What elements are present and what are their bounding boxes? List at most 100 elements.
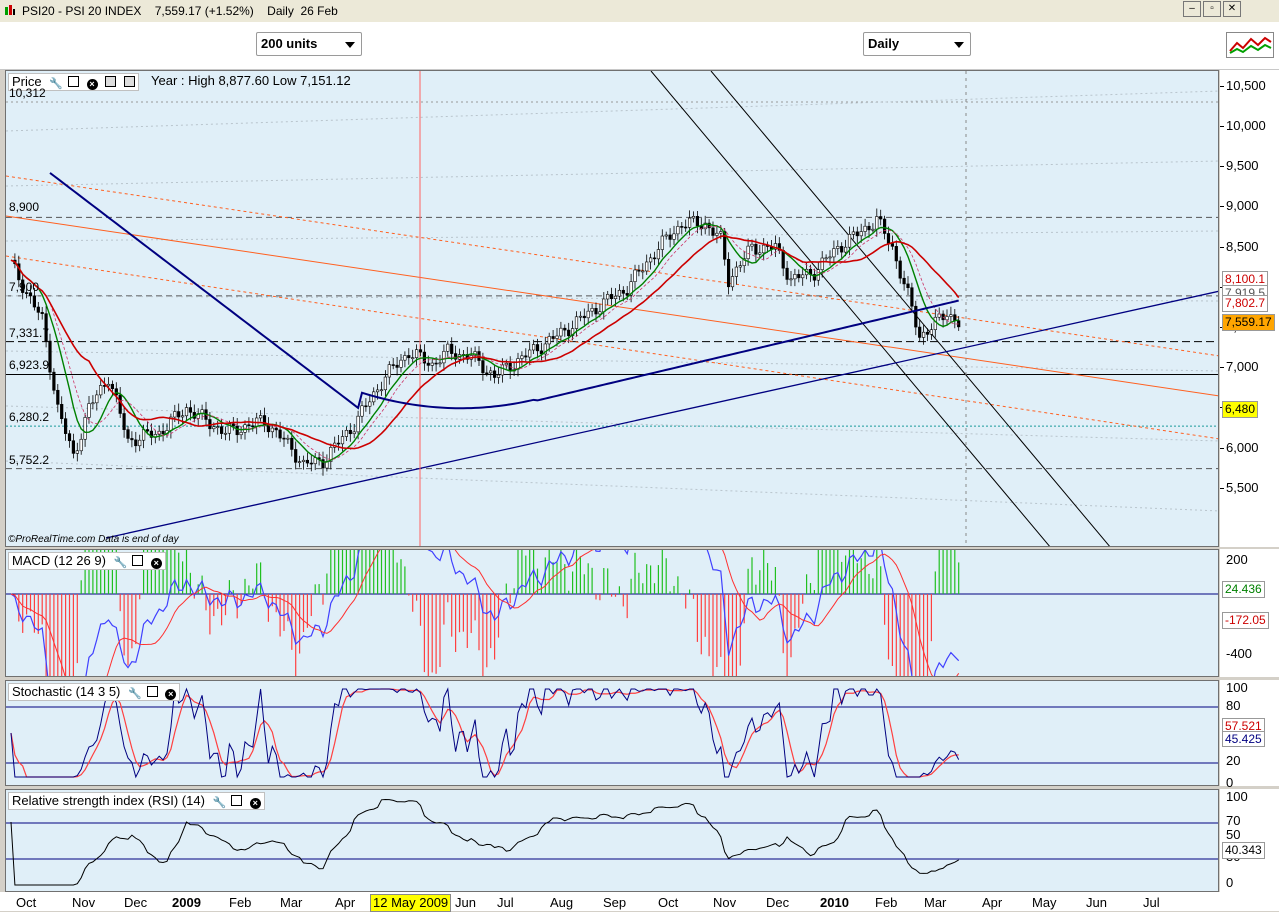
candle-body xyxy=(855,231,859,237)
price-axis-label: 6,000 xyxy=(1226,439,1259,455)
close-icon[interactable]: × xyxy=(86,79,98,90)
candle-body xyxy=(184,407,189,417)
candle-body xyxy=(301,459,306,462)
candle-body xyxy=(894,246,898,262)
wrench-icon[interactable]: 🔧 xyxy=(114,558,128,569)
time-axis-label: Nov xyxy=(713,895,737,910)
time-axis-label: Nov xyxy=(72,895,96,910)
candle-body xyxy=(953,314,957,321)
candle-body xyxy=(625,293,629,296)
time-axis-label: 2009 xyxy=(172,895,201,910)
time-axis-label: Apr xyxy=(335,895,356,910)
channel-line xyxy=(710,71,1110,546)
price-chart-pane[interactable]: Price 🔧 × Year : High 8,877.60 Low 7,151… xyxy=(5,70,1219,547)
candle-body xyxy=(801,274,805,279)
time-axis-label: Feb xyxy=(875,895,898,910)
candle-body xyxy=(504,362,508,366)
candle-body xyxy=(551,336,555,339)
candle-body xyxy=(726,258,731,288)
candle-body xyxy=(216,426,220,429)
stochastic-canvas xyxy=(6,687,1218,779)
candle-body xyxy=(715,232,719,236)
price-axis-label: 8,500 xyxy=(1226,238,1259,254)
window-titlebar: PSI20 - PSI 20 INDEX 7,559.17 (+1.52%) D… xyxy=(0,0,1279,23)
time-axis-label: Dec xyxy=(124,895,148,910)
candle-body xyxy=(442,350,446,364)
time-axis-label: Jun xyxy=(1086,895,1107,910)
candle-body xyxy=(75,450,79,454)
minimize-button[interactable]: – xyxy=(1183,1,1201,17)
candle-body xyxy=(921,331,926,338)
close-icon[interactable]: × xyxy=(249,798,261,809)
wrench-icon[interactable]: 🔧 xyxy=(49,79,63,90)
candle-body xyxy=(840,246,844,253)
macd-pane[interactable]: MACD (12 26 9) 🔧 × xyxy=(5,549,1219,677)
wrench-icon[interactable]: 🔧 xyxy=(213,798,227,809)
trend-fan-line xyxy=(6,160,1218,187)
candle-body xyxy=(239,431,243,436)
candle-body xyxy=(851,231,855,235)
candle-body xyxy=(259,415,263,419)
candle-body xyxy=(348,429,352,435)
candle-body xyxy=(762,244,766,254)
period-select[interactable]: Daily xyxy=(863,32,971,56)
candle-body xyxy=(181,415,185,418)
macd-flag: -172.05 xyxy=(1222,612,1269,629)
candle-body xyxy=(500,364,505,376)
close-icon[interactable]: × xyxy=(150,558,162,569)
candle-body xyxy=(574,316,579,329)
candle-body xyxy=(352,431,356,435)
candle-body xyxy=(648,257,653,263)
price-axis-label: 10,000 xyxy=(1226,118,1266,134)
window-icon[interactable] xyxy=(231,795,243,806)
candle-body xyxy=(520,355,524,359)
year-range-info: Year : High 8,877.60 Low 7,151.12 xyxy=(151,73,351,88)
candle-body xyxy=(602,298,606,313)
axis-tick xyxy=(1220,85,1224,87)
candle-body xyxy=(687,217,692,228)
candle-body xyxy=(945,316,949,321)
maximize-button[interactable]: ▫ xyxy=(1203,1,1221,17)
stochastic-pane-label: Stochastic (14 3 5) xyxy=(12,684,121,699)
macd-canvas xyxy=(6,550,1218,676)
indicators-button[interactable] xyxy=(1226,32,1274,58)
candle-body xyxy=(403,355,407,361)
candle-body xyxy=(399,359,403,368)
candle-body xyxy=(60,404,64,419)
candle-body xyxy=(590,308,594,312)
candle-body xyxy=(531,344,536,351)
candle-body xyxy=(297,461,302,463)
candle-body xyxy=(910,287,914,307)
wrench-icon[interactable]: 🔧 xyxy=(128,689,142,700)
units-select[interactable]: 200 units xyxy=(256,32,362,56)
window-icon[interactable] xyxy=(132,555,144,566)
candle-body xyxy=(177,411,181,418)
candle-body xyxy=(785,267,789,280)
rsi-pane[interactable]: Relative strength index (RSI) (14) 🔧 × xyxy=(5,789,1219,892)
candle-body xyxy=(235,425,239,436)
window-icon[interactable] xyxy=(146,686,158,697)
candle-body xyxy=(882,218,887,234)
candle-body xyxy=(71,440,75,454)
ma-long-line xyxy=(49,172,959,410)
move-down-icon[interactable] xyxy=(123,76,135,87)
candle-body xyxy=(344,429,349,437)
move-up-icon[interactable] xyxy=(105,76,117,87)
close-window-button[interactable]: ✕ xyxy=(1223,1,1241,17)
price-axis-label: 10,500 xyxy=(1226,77,1266,93)
candle-body xyxy=(820,257,824,270)
candle-body xyxy=(220,426,224,434)
candle-body xyxy=(309,462,313,465)
window-icon[interactable] xyxy=(67,76,79,87)
stochastic-pane[interactable]: Stochastic (14 3 5) 🔧 × xyxy=(5,680,1219,786)
stochastic-k-line xyxy=(10,687,960,779)
candle-body xyxy=(305,459,310,464)
candle-body xyxy=(489,370,493,374)
candle-body xyxy=(668,234,672,240)
candle-body xyxy=(212,426,216,430)
stochastic-flag: 45.425 xyxy=(1222,731,1265,747)
axis-tick xyxy=(1220,206,1224,208)
candle-body xyxy=(824,257,828,260)
close-icon[interactable]: × xyxy=(165,689,177,700)
channel-line xyxy=(650,71,1050,546)
